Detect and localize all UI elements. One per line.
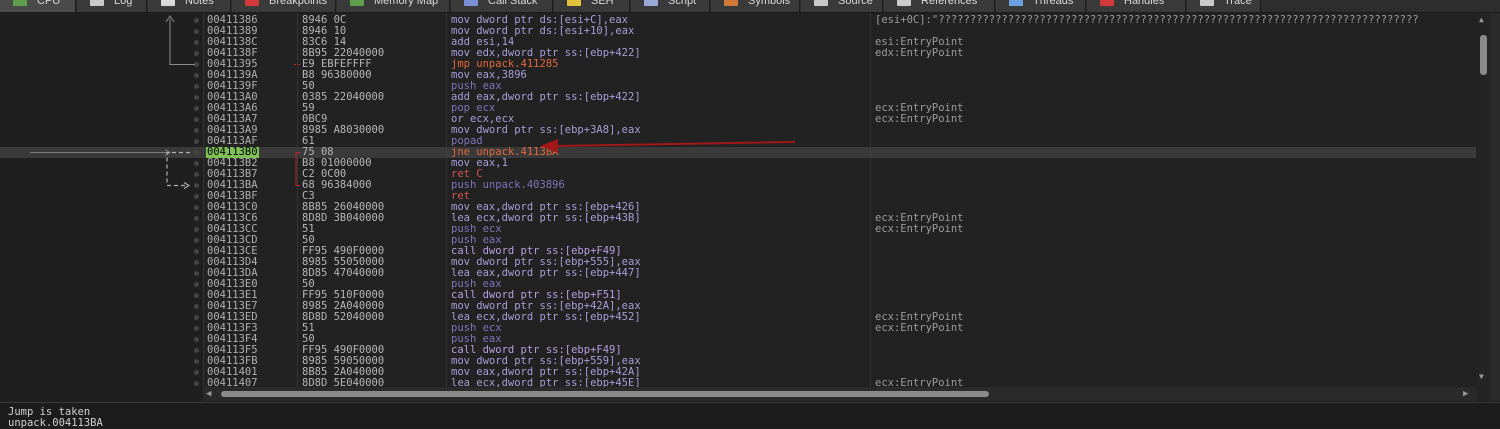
tab-label: Trace (1224, 0, 1252, 7)
tab-label: Handles (1124, 0, 1165, 7)
tab-cpu[interactable]: CPU (0, 0, 76, 12)
annotation-arrow-line (554, 141, 796, 147)
breakpoint-icon (245, 0, 259, 6)
scroll-right-icon[interactable]: ▶ (1463, 389, 1468, 399)
tab-breakpoints[interactable]: Breakpoints (232, 0, 336, 12)
info-pane: Jump is taken unpack.004113BA (0, 402, 1500, 429)
tab-memory-map[interactable]: Memory Map (337, 0, 450, 12)
tab-script[interactable]: Script (631, 0, 710, 12)
tab-threads[interactable]: Threads (996, 0, 1086, 12)
script-icon (644, 0, 658, 6)
source-icon (814, 0, 828, 6)
tab-label: Notes (185, 0, 214, 7)
side-panel-edge (1490, 13, 1500, 401)
tab-label: Source (838, 0, 873, 7)
tab-label: Symbols (748, 0, 791, 7)
tab-label: References (921, 0, 978, 7)
log-icon (90, 0, 104, 6)
annotation-arrow-head-icon (540, 139, 558, 153)
tab-call-stack[interactable]: Call Stack (451, 0, 553, 12)
jne-marker (295, 152, 300, 186)
tab-label: CPU (37, 0, 61, 7)
vertical-scroll-thumb[interactable] (1480, 35, 1487, 75)
seh-icon (567, 0, 581, 6)
tab-label: Log (114, 0, 133, 7)
tab-label: Script (668, 0, 697, 7)
tab-label: Memory Map (374, 0, 439, 7)
tab-label: Threads (1033, 0, 1074, 7)
branch-line (166, 151, 190, 187)
jump-arrows (30, 15, 796, 190)
tab-references[interactable]: References (884, 0, 995, 12)
tab-source[interactable]: Source (801, 0, 883, 12)
tab-handles[interactable]: Handles (1087, 0, 1186, 12)
horizontal-scroll-thumb[interactable] (221, 391, 989, 397)
call-stack-icon (464, 0, 478, 6)
tab-label: SEH (591, 0, 614, 7)
tab-log[interactable]: Log (77, 0, 147, 12)
cpu-icon (13, 0, 27, 6)
tab-seh[interactable]: SEH (554, 0, 630, 12)
tab-symbols[interactable]: Symbols (711, 0, 800, 12)
scroll-up-icon[interactable]: ▲ (1479, 16, 1484, 24)
tab-label: Call Stack (488, 0, 538, 7)
tab-trace[interactable]: Trace (1187, 0, 1261, 12)
info-line-target: unpack.004113BA (8, 417, 103, 429)
threads-icon (1009, 0, 1023, 6)
horizontal-scrollbar[interactable]: ◀ ▶ (203, 387, 1477, 401)
references-icon (897, 0, 911, 6)
scroll-left-icon[interactable]: ◀ (206, 389, 211, 399)
symbols-icon (724, 0, 738, 6)
tab-label: Breakpoints (269, 0, 328, 7)
tab-bar: CPU Log Notes Breakpoints Memory Map Call Sta… (0, 0, 1500, 13)
scroll-down-icon[interactable]: ▼ (1479, 373, 1484, 381)
jump-line (169, 19, 195, 65)
tab-notes[interactable]: Notes (148, 0, 231, 12)
handles-icon (1100, 0, 1114, 6)
disassembly-view[interactable]: EIP 004113868946 0Cmov dword ptr ds:[esi… (0, 13, 1490, 401)
memory-map-icon (350, 0, 364, 6)
notes-icon (161, 0, 175, 6)
trace-icon (1200, 0, 1214, 6)
vertical-scrollbar[interactable]: ▲ ▼ (1477, 13, 1490, 401)
